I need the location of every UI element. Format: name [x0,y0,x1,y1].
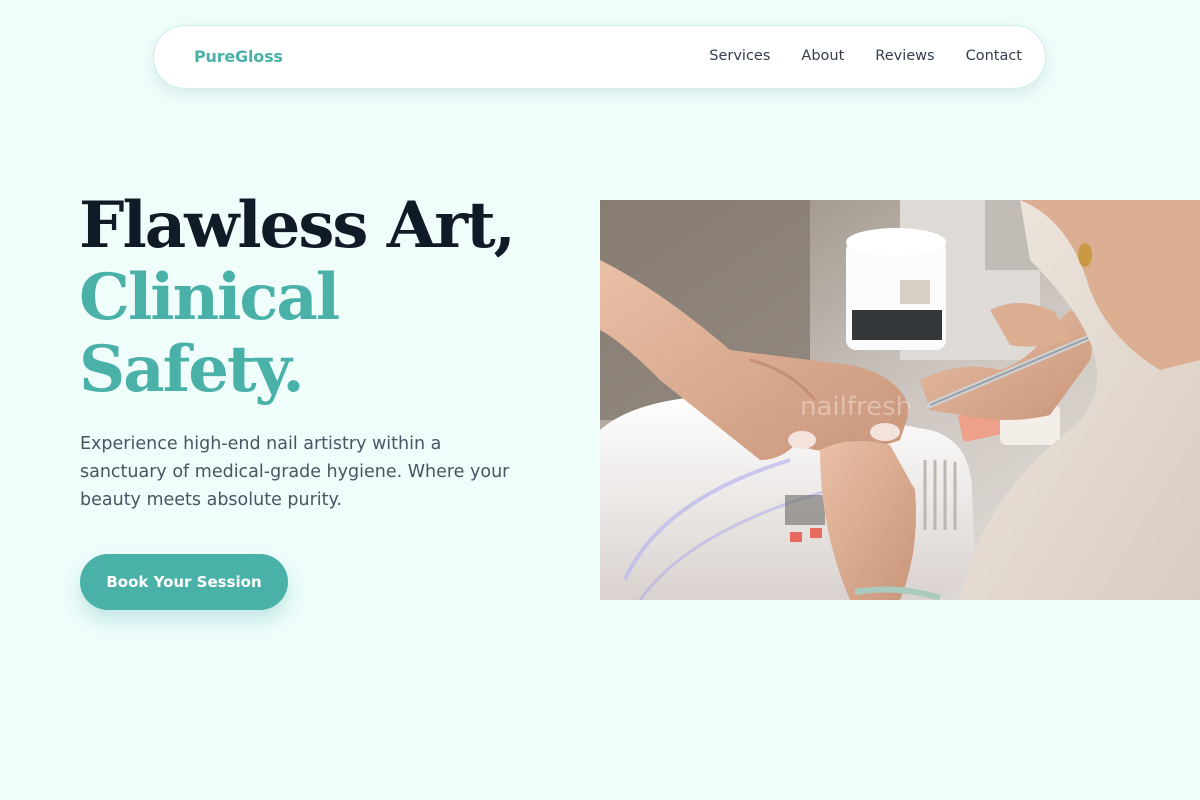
nav-link-services[interactable]: Services [709,48,770,64]
headline-line-2: Clinical [79,260,340,335]
hero-headline: Flawless Art, Clinical Safety. [79,188,516,407]
hero-photo: nailfresh [600,200,1200,600]
brand-logo[interactable]: PureGloss [194,47,283,66]
hero-description: Experience high-end nail artistry within… [80,434,510,510]
svg-text:nailfresh: nailfresh [800,392,912,422]
nav-link-reviews[interactable]: Reviews [875,48,934,64]
book-session-button[interactable]: Book Your Session [80,554,288,610]
headline-line-1: Flawless Art, [79,188,516,263]
nav-link-contact[interactable]: Contact [966,48,1022,64]
headline-line-3: Safety. [79,332,305,407]
top-navigation: PureGloss Services About Reviews Contact [153,25,1046,89]
nav-link-about[interactable]: About [801,48,844,64]
nav-links: Services About Reviews Contact [709,48,1022,64]
